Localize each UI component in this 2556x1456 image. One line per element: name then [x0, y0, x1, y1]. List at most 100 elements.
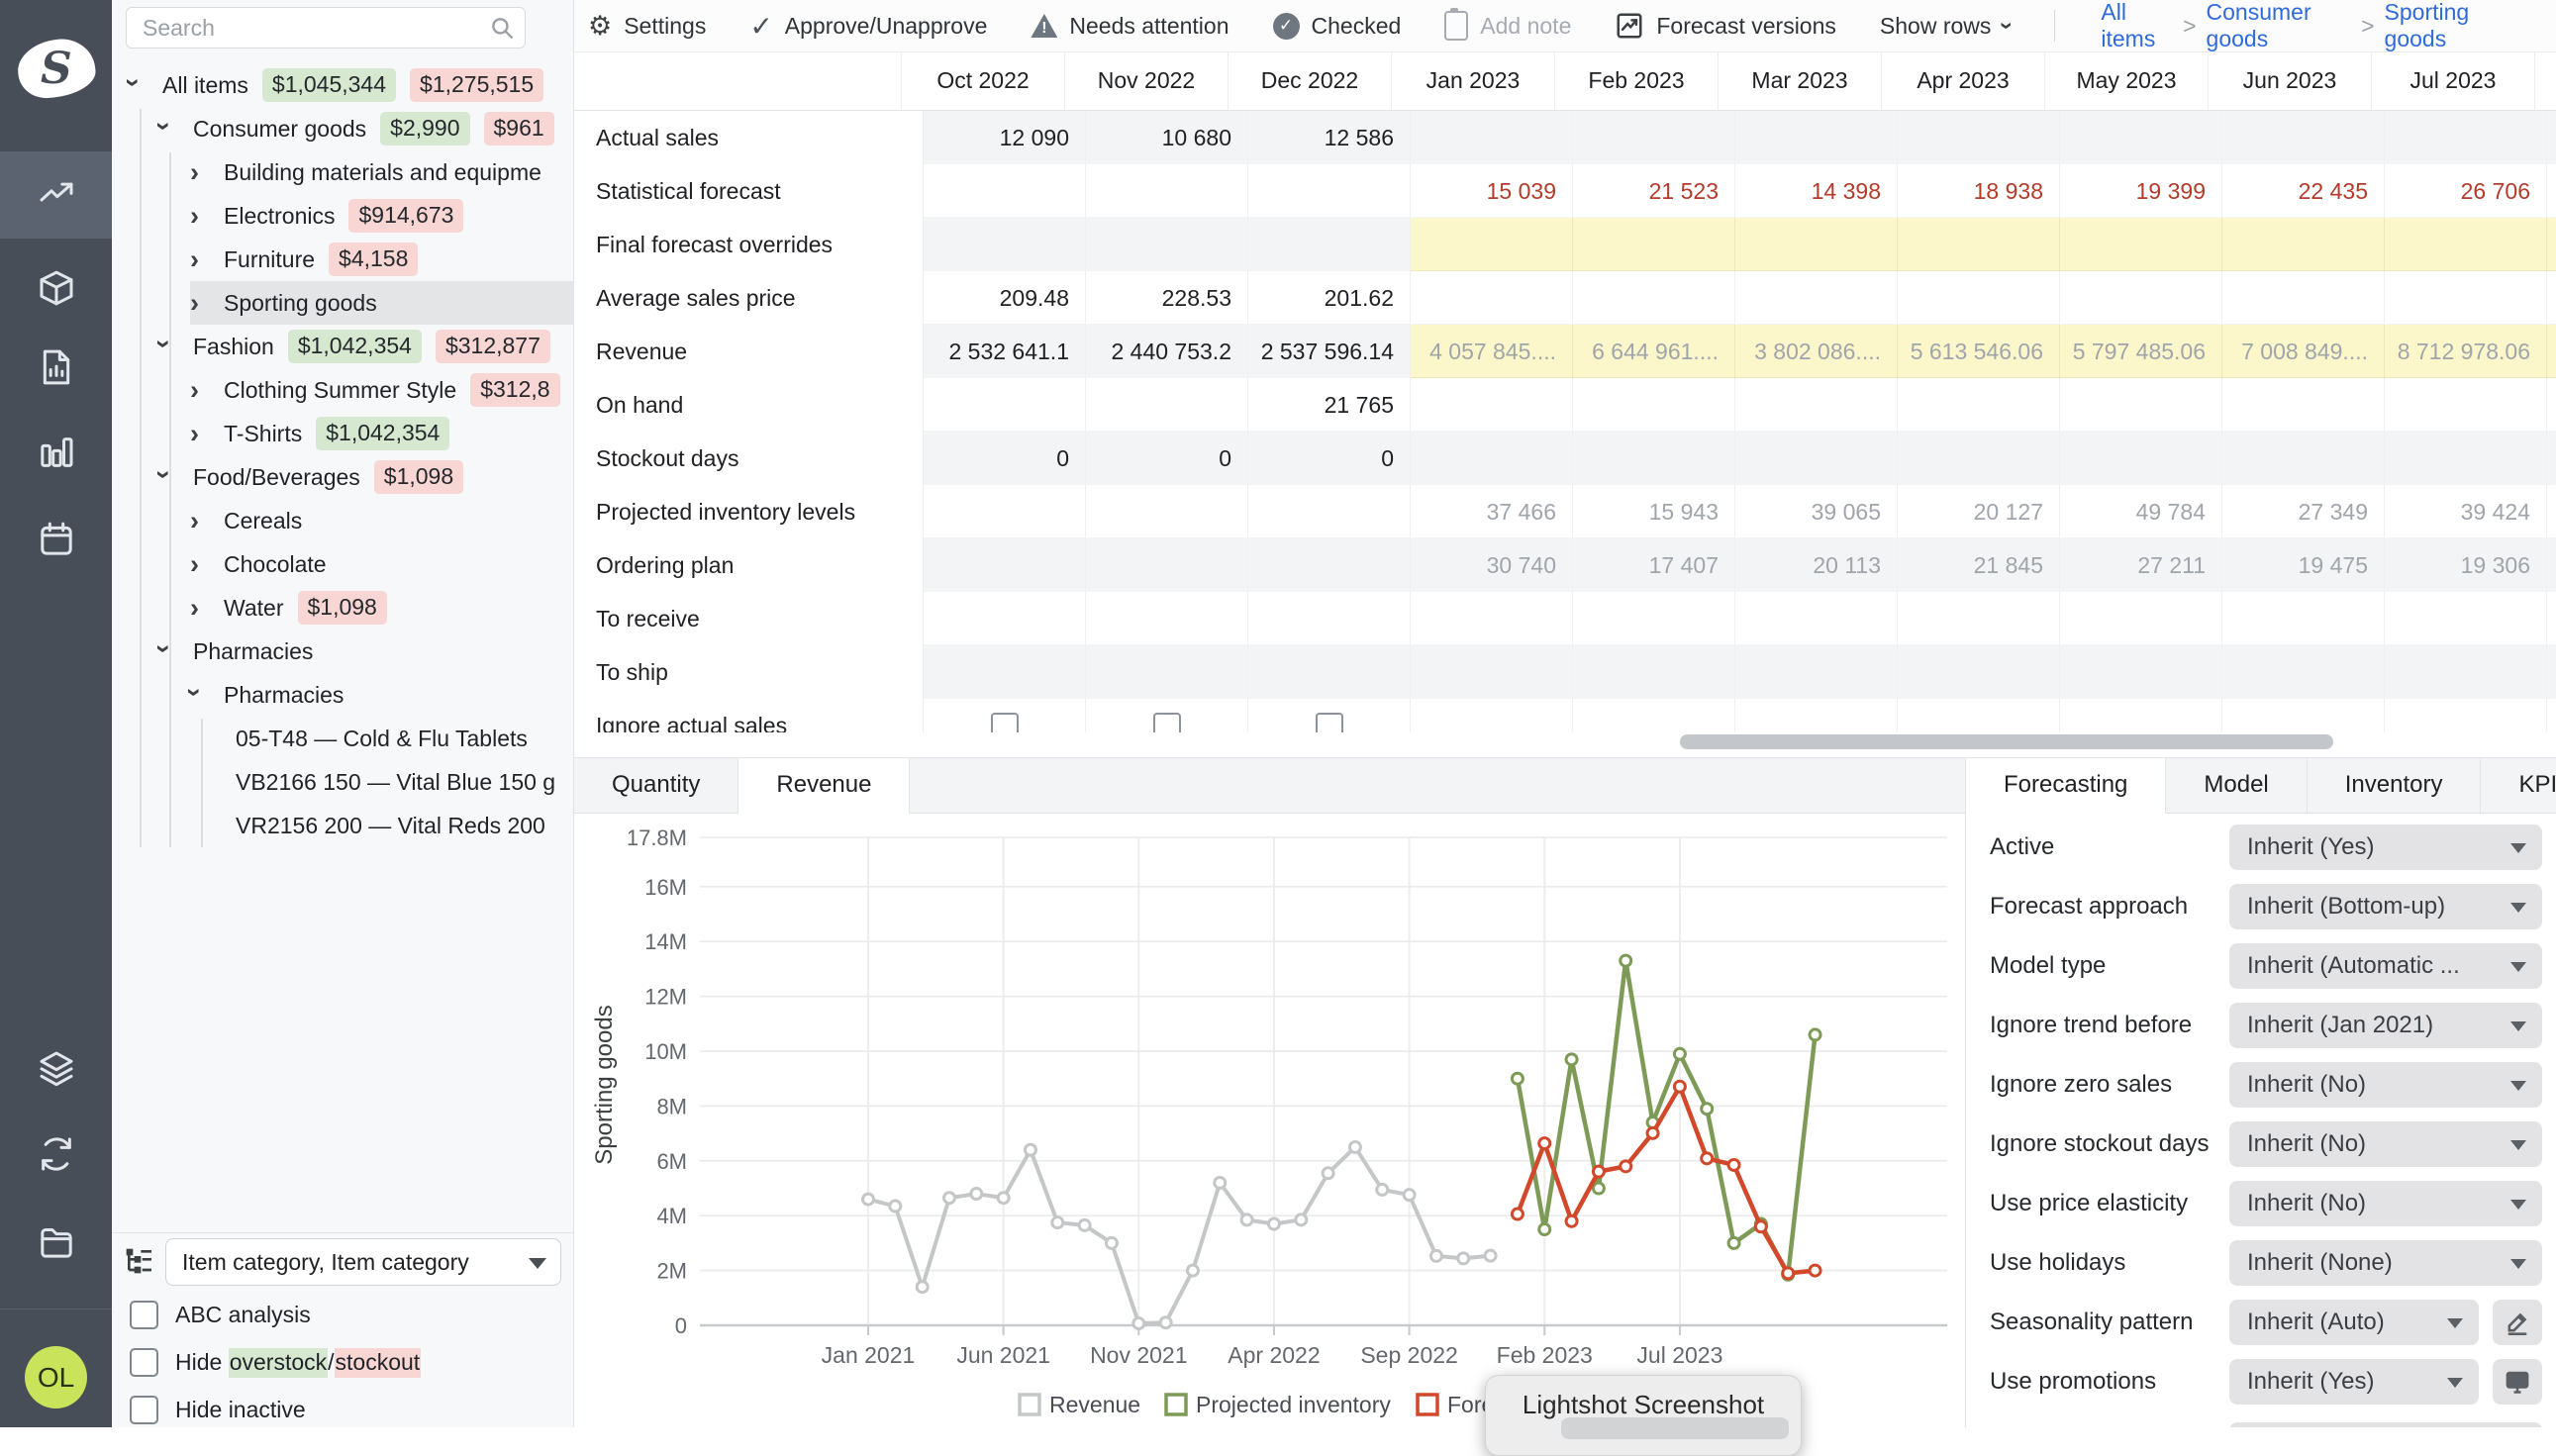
ignore-sales-checkbox[interactable] [991, 713, 1019, 732]
table-cell[interactable] [2060, 218, 2222, 271]
chevron-down-icon[interactable] [159, 334, 193, 360]
tree-item-pharmacies[interactable]: Pharmacies [112, 630, 573, 673]
tree-item-food-beverages[interactable]: Food/Beverages$1,098 [112, 455, 573, 499]
breadcrumb-consumer-goods[interactable]: Consumer goods [2207, 0, 2352, 52]
tree-item-all-items[interactable]: All items$1,045,344$1,275,515 [112, 63, 573, 107]
table-cell[interactable]: 4 057 845.... [1411, 325, 1573, 378]
add-note-button[interactable]: Add note [1444, 11, 1571, 41]
ignore-sales-checkbox[interactable] [1153, 713, 1181, 732]
ignore-sales-checkbox[interactable] [1316, 713, 1343, 732]
settings-tab-inventory[interactable]: Inventory [2308, 758, 2482, 813]
tree-item-consumer-goods[interactable]: Consumer goods$2,990$961 [112, 107, 573, 150]
table-cell[interactable] [1573, 218, 1735, 271]
table-cell[interactable]: 8 712 978.06 [2385, 325, 2547, 378]
tree-item-clothing-summer-style[interactable]: Clothing Summer Style$312,8 [112, 368, 573, 412]
promotions-screen-button[interactable] [2493, 1359, 2542, 1405]
nav-dashboard[interactable] [0, 409, 112, 496]
select-ignore-trend-before[interactable]: Inherit (Jan 2021) [2229, 1003, 2542, 1048]
select-ignore-zero-sales[interactable]: Inherit (No) [2229, 1062, 2542, 1108]
select-seasonality-pattern[interactable]: Inherit (Auto) [2229, 1300, 2479, 1345]
select-ignore-stockout-days[interactable]: Inherit (No) [2229, 1121, 2542, 1167]
hide-inactive-checkbox-row[interactable]: Hide inactive [130, 1394, 306, 1425]
settings-tab-kpis[interactable]: KPIs [2481, 758, 2556, 813]
table-cell[interactable]: 3 802 086.... [1735, 325, 1898, 378]
tree-item-t-shirts[interactable]: T-Shirts$1,042,354 [112, 412, 573, 455]
legend-swatch-projected-inventory[interactable] [1166, 1395, 1186, 1414]
tree-item-furniture[interactable]: Furniture$4,158 [112, 238, 573, 281]
nav-calendar[interactable] [0, 496, 112, 583]
tree-item-05-t48-cold-flu-tablets[interactable]: 05-T48 — Cold & Flu Tablets [112, 717, 573, 760]
chevron-right-icon[interactable] [190, 595, 224, 622]
table-cell[interactable] [2385, 218, 2547, 271]
nav-reports[interactable] [0, 324, 112, 411]
chevron-right-icon[interactable] [190, 159, 224, 186]
select-use-holidays[interactable]: Inherit (None) [2229, 1240, 2542, 1286]
group-by-select[interactable]: Item category, Item category [165, 1238, 561, 1286]
nav-projects[interactable] [0, 1199, 112, 1286]
settings-tab-model[interactable]: Model [2166, 758, 2307, 813]
table-cell[interactable]: 6 092 [2547, 325, 2556, 378]
select-use-promotions[interactable]: Inherit (Yes) [2229, 1359, 2479, 1405]
chevron-down-icon[interactable] [159, 638, 193, 665]
chart-tab-revenue[interactable]: Revenue [738, 758, 910, 814]
table-cell[interactable] [1898, 218, 2060, 271]
edit-seasonality-button[interactable] [2493, 1300, 2542, 1345]
legend-swatch-forecast[interactable] [1418, 1395, 1437, 1414]
select-active[interactable]: Inherit (Yes) [2229, 825, 2542, 870]
chevron-right-icon[interactable] [190, 377, 224, 404]
table-cell[interactable] [2222, 218, 2385, 271]
select-use-price-elasticity[interactable]: Inherit (No) [2229, 1181, 2542, 1226]
show-rows-button[interactable]: Show rows › [1880, 12, 2011, 40]
tree-item-vb2166-150-vital-blue-150-g[interactable]: VB2166 150 — Vital Blue 150 g [112, 760, 573, 804]
chevron-down-icon[interactable] [190, 682, 224, 709]
hide-overstock-checkbox-row[interactable]: Hide overstock/stockout [130, 1346, 421, 1378]
select-forecast-approach[interactable]: Inherit (Bottom-up) [2229, 884, 2542, 929]
chevron-right-icon[interactable] [190, 508, 224, 534]
tree-item-fashion[interactable]: Fashion$1,042,354$312,877 [112, 325, 573, 368]
table-cell[interactable]: 7 008 849.... [2222, 325, 2385, 378]
needs-attention-button[interactable]: Needs attention [1031, 13, 1229, 40]
table-cell[interactable]: 5 613 546.06 [1898, 325, 2060, 378]
table-cell[interactable]: 5 797 485.06 [2060, 325, 2222, 378]
tree-item-water[interactable]: Water$1,098 [112, 586, 573, 630]
settings-button[interactable]: ⚙ Settings [588, 11, 706, 42]
chevron-right-icon[interactable] [190, 551, 224, 578]
tree-item-electronics[interactable]: Electronics$914,673 [112, 194, 573, 238]
tree-item-chocolate[interactable]: Chocolate [112, 542, 573, 586]
table-cell[interactable]: 6 644 961.... [1573, 325, 1735, 378]
hide-inactive-checkbox[interactable] [130, 1396, 158, 1424]
forecast-versions-button[interactable]: Forecast versions [1615, 11, 1836, 41]
app-logo[interactable]: S [15, 36, 98, 101]
legend-label-revenue[interactable]: Revenue [1049, 1392, 1140, 1417]
chevron-right-icon[interactable] [190, 421, 224, 447]
tree-item-building-materials-and-equipme[interactable]: Building materials and equipme [112, 150, 573, 194]
table-cell[interactable] [1411, 218, 1573, 271]
abc-analysis-checkbox[interactable] [130, 1301, 158, 1329]
legend-label-projected-inventory[interactable]: Projected inventory [1196, 1392, 1391, 1417]
table-cell[interactable] [1086, 699, 1248, 732]
approve-button[interactable]: ✓ Approve/Unapprove [749, 10, 987, 43]
tree-item-pharmacies[interactable]: Pharmacies [112, 673, 573, 717]
legend-swatch-revenue[interactable] [1020, 1395, 1039, 1414]
chevron-down-icon[interactable] [159, 464, 193, 491]
nav-layers[interactable] [0, 1024, 112, 1112]
user-avatar[interactable]: OL [25, 1346, 87, 1408]
checked-button[interactable]: ✓ Checked [1273, 13, 1402, 40]
nav-demand-forecasting[interactable] [0, 151, 112, 239]
table-horizontal-scrollbar[interactable] [1680, 734, 2333, 749]
chevron-right-icon[interactable] [190, 246, 224, 273]
table-cell[interactable] [2547, 218, 2556, 271]
abc-analysis-checkbox-row[interactable]: ABC analysis [130, 1299, 311, 1330]
settings-tab-forecasting[interactable]: Forecasting [1966, 758, 2166, 814]
tree-item-sporting-goods[interactable]: Sporting goods [112, 281, 573, 325]
chevron-right-icon[interactable] [190, 203, 224, 230]
table-cell[interactable] [924, 699, 1086, 732]
nav-sync[interactable] [0, 1111, 112, 1198]
table-cell[interactable] [1248, 699, 1411, 732]
chevron-right-icon[interactable] [190, 290, 224, 317]
nav-inventory[interactable] [0, 244, 112, 332]
tree-item-cereals[interactable]: Cereals [112, 499, 573, 542]
search-input[interactable] [127, 8, 525, 48]
breadcrumb-all-items[interactable]: All items [2101, 0, 2173, 52]
breadcrumb-sporting-goods[interactable]: Sporting goods [2385, 0, 2512, 52]
